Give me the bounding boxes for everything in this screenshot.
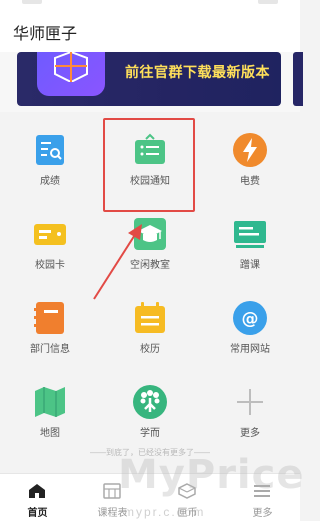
grid-item-label: 地图 xyxy=(40,428,60,439)
grid-item-label: 学而 xyxy=(140,428,160,439)
bottom-tab-bar: 首页 课程表 匣币 更多 xyxy=(0,473,300,521)
map-icon xyxy=(32,384,68,420)
grid-item-calendar[interactable]: 校历 xyxy=(100,280,200,360)
timetable-icon xyxy=(103,483,121,499)
coin-icon xyxy=(178,483,196,499)
status-indicator xyxy=(258,0,278,4)
tab-coin[interactable]: 匣币 xyxy=(150,474,225,521)
tab-label: 首页 xyxy=(27,508,48,519)
app-header: 华师匣子 xyxy=(0,6,300,56)
free-classroom-icon xyxy=(132,216,168,252)
grid-item-label: 常用网站 xyxy=(230,344,270,355)
grid-item-label: 成绩 xyxy=(40,176,60,187)
xueer-icon xyxy=(132,384,168,420)
tab-more[interactable]: 更多 xyxy=(225,474,300,521)
app-logo-icon xyxy=(37,52,105,96)
home-icon xyxy=(28,483,46,499)
app-title: 华师匣子 xyxy=(13,26,78,43)
tab-label: 匣币 xyxy=(177,508,198,519)
banner-text: 前往官群下载最新版本 xyxy=(125,64,270,80)
status-indicator xyxy=(22,0,42,4)
more-plus-icon xyxy=(232,384,268,420)
tab-label: 课程表 xyxy=(97,508,128,519)
calendar-icon xyxy=(132,300,168,336)
grid-item-label: 电费 xyxy=(240,176,260,187)
tab-timetable[interactable]: 课程表 xyxy=(75,474,150,521)
tab-home[interactable]: 首页 xyxy=(0,474,75,521)
annotation-highlight-box xyxy=(103,118,195,212)
grid-item-label: 校历 xyxy=(140,344,160,355)
department-info-icon xyxy=(32,300,68,336)
grid-item-more[interactable]: 更多 xyxy=(200,364,300,444)
grid-item-label: 部门信息 xyxy=(30,344,70,355)
audit-class-icon xyxy=(232,216,268,252)
grid-item-xueer[interactable]: 学而 xyxy=(100,364,200,444)
grid-item-label: 蹭课 xyxy=(240,260,260,271)
campus-card-icon xyxy=(32,216,68,252)
grid-item-electricity[interactable]: 电费 xyxy=(200,112,300,192)
grades-icon xyxy=(32,132,68,168)
end-of-list-hint: ——到底了，已经没有更多了—— xyxy=(90,448,210,457)
grid-item-websites[interactable]: @ 常用网站 xyxy=(200,280,300,360)
website-icon: @ xyxy=(232,300,268,336)
grid-item-label: 空闲教室 xyxy=(130,260,170,271)
grid-item-label: 校园卡 xyxy=(35,260,65,271)
update-banner[interactable]: 前往官群下载最新版本 xyxy=(17,52,281,106)
tab-label: 更多 xyxy=(252,508,273,519)
grid-item-grades[interactable]: 成绩 xyxy=(0,112,100,192)
next-banner-peek[interactable] xyxy=(293,52,303,106)
grid-item-department-info[interactable]: 部门信息 xyxy=(0,280,100,360)
grid-item-label: 更多 xyxy=(240,428,260,439)
grid-item-campus-card[interactable]: 校园卡 xyxy=(0,196,100,276)
electricity-icon xyxy=(232,132,268,168)
svg-text:@: @ xyxy=(242,309,259,329)
grid-item-map[interactable]: 地图 xyxy=(0,364,100,444)
grid-item-audit-class[interactable]: 蹭课 xyxy=(200,196,300,276)
banner-carousel[interactable]: 前往官群下载最新版本 xyxy=(0,52,303,112)
more-icon xyxy=(253,483,271,499)
